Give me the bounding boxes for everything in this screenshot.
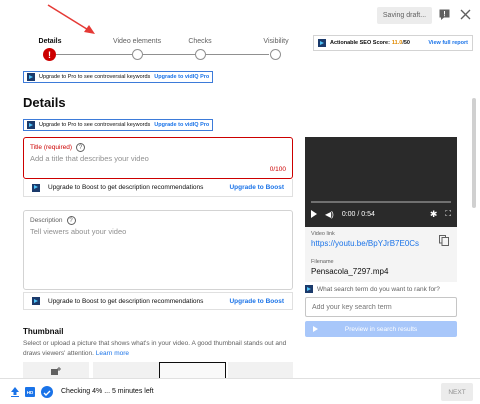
- boost-banner-text: Upgrade to Boost to get description reco…: [48, 297, 204, 305]
- vidiq-logo-icon: [32, 183, 40, 192]
- play-icon[interactable]: [311, 210, 317, 218]
- vidiq-upgrade-banner: Upgrade to Pro to see controversial keyw…: [23, 119, 214, 131]
- upgrade-boost-link[interactable]: Upgrade to Boost: [229, 298, 284, 305]
- description-label: Description ?: [30, 216, 76, 225]
- upgrade-boost-link[interactable]: Upgrade to Boost: [229, 184, 284, 191]
- title-field[interactable]: Title (required) ? Add a title that desc…: [23, 137, 293, 179]
- seo-score-label: Actionable SEO Score:: [330, 40, 390, 46]
- add-image-icon: [51, 367, 61, 375]
- error-icon[interactable]: !: [43, 48, 56, 61]
- step-visibility-dot[interactable]: [270, 49, 281, 60]
- video-preview[interactable]: ◀) 0:00 / 0:54 ✱ ⛶: [305, 137, 457, 227]
- help-icon[interactable]: ?: [66, 216, 76, 225]
- feedback-icon[interactable]: [438, 8, 451, 21]
- volume-icon[interactable]: ◀): [325, 210, 334, 219]
- vidiq-banner-text: Upgrade to Pro to see controversial keyw…: [39, 122, 151, 128]
- play-icon: [313, 326, 318, 332]
- description-field[interactable]: Description ? Tell viewers about your vi…: [23, 210, 293, 290]
- boost-upgrade-banner-title: Upgrade to Boost to get description reco…: [23, 179, 293, 197]
- step-checks-dot[interactable]: [195, 49, 206, 60]
- video-time: 0:00 / 0:54: [341, 210, 375, 218]
- filename-value: Pensacola_7297.mp4: [311, 267, 389, 276]
- learn-more-link[interactable]: Learn more: [96, 350, 129, 357]
- vidiq-logo-icon: [305, 285, 313, 293]
- upload-icon: [11, 387, 19, 397]
- vidiq-upgrade-banner-top: Upgrade to Pro to see controversial keyw…: [23, 71, 214, 83]
- fullscreen-icon[interactable]: ⛶: [445, 209, 451, 219]
- settings-icon[interactable]: ✱: [430, 209, 438, 220]
- vidiq-logo-icon: [318, 39, 326, 47]
- boost-banner-text: Upgrade to Boost to get description reco…: [48, 184, 204, 191]
- video-progress-bar[interactable]: [311, 201, 451, 203]
- vidiq-logo-icon: [32, 297, 40, 305]
- video-link[interactable]: https://youtu.be/BpYJrB7E0Cs: [311, 239, 419, 248]
- copy-icon[interactable]: [439, 235, 449, 246]
- view-full-report-link[interactable]: View full report: [428, 40, 468, 46]
- thumbnail-title: Thumbnail: [23, 327, 64, 336]
- thumbnail-description: Select or upload a picture that shows wh…: [23, 340, 287, 357]
- vidiq-logo-icon: [27, 121, 35, 129]
- keyword-question: What search term do you want to rank for…: [305, 285, 440, 293]
- title-char-counter: 0/100: [269, 166, 286, 173]
- upload-status: Checking 4% ... 5 minutes left: [61, 388, 154, 395]
- step-checks-label[interactable]: Checks: [160, 38, 240, 45]
- title-label: Title (required) ?: [30, 143, 86, 152]
- upgrade-vidiq-pro-link[interactable]: Upgrade to vidIQ Pro: [154, 122, 209, 128]
- description-placeholder: Tell viewers about your video: [30, 227, 127, 236]
- vidiq-logo-icon: [27, 73, 35, 81]
- seo-score-max: /50: [402, 40, 410, 46]
- close-icon[interactable]: [459, 8, 472, 21]
- preview-search-results-button[interactable]: Preview in search results: [305, 321, 457, 337]
- hd-icon: HD: [25, 387, 35, 397]
- boost-upgrade-banner-description: Upgrade to Boost to get description reco…: [23, 292, 293, 310]
- section-title: Details: [23, 95, 66, 110]
- next-button[interactable]: NEXT: [441, 383, 473, 401]
- scrollbar[interactable]: [472, 98, 476, 208]
- keyword-input[interactable]: [305, 297, 457, 317]
- filename-label: Filename: [311, 259, 334, 265]
- top-bar: Saving draft...: [0, 0, 480, 30]
- title-placeholder: Add a title that describes your video: [30, 154, 149, 163]
- video-controls: ◀) 0:00 / 0:54 ✱ ⛶: [311, 207, 451, 221]
- saving-status: Saving draft...: [377, 7, 432, 24]
- seo-score-value: 11.0: [391, 40, 403, 46]
- seo-score-box: Actionable SEO Score: 11.0 /50 View full…: [313, 35, 473, 51]
- stepper-line: [56, 54, 269, 55]
- vidiq-banner-text: Upgrade to Pro to see controversial keyw…: [39, 74, 151, 80]
- video-link-label: Video link: [311, 231, 335, 237]
- check-icon: [41, 386, 53, 398]
- step-video-elements-dot[interactable]: [132, 49, 143, 60]
- step-visibility-label[interactable]: Visibility: [236, 38, 316, 45]
- help-icon[interactable]: ?: [76, 143, 86, 152]
- bottom-bar: HD Checking 4% ... 5 minutes left NEXT: [0, 378, 480, 404]
- video-info-panel: Video link https://youtu.be/BpYJrB7E0Cs …: [305, 227, 457, 282]
- upgrade-vidiq-pro-link[interactable]: Upgrade to vidIQ Pro: [154, 74, 209, 80]
- step-details-label[interactable]: Details: [10, 38, 90, 45]
